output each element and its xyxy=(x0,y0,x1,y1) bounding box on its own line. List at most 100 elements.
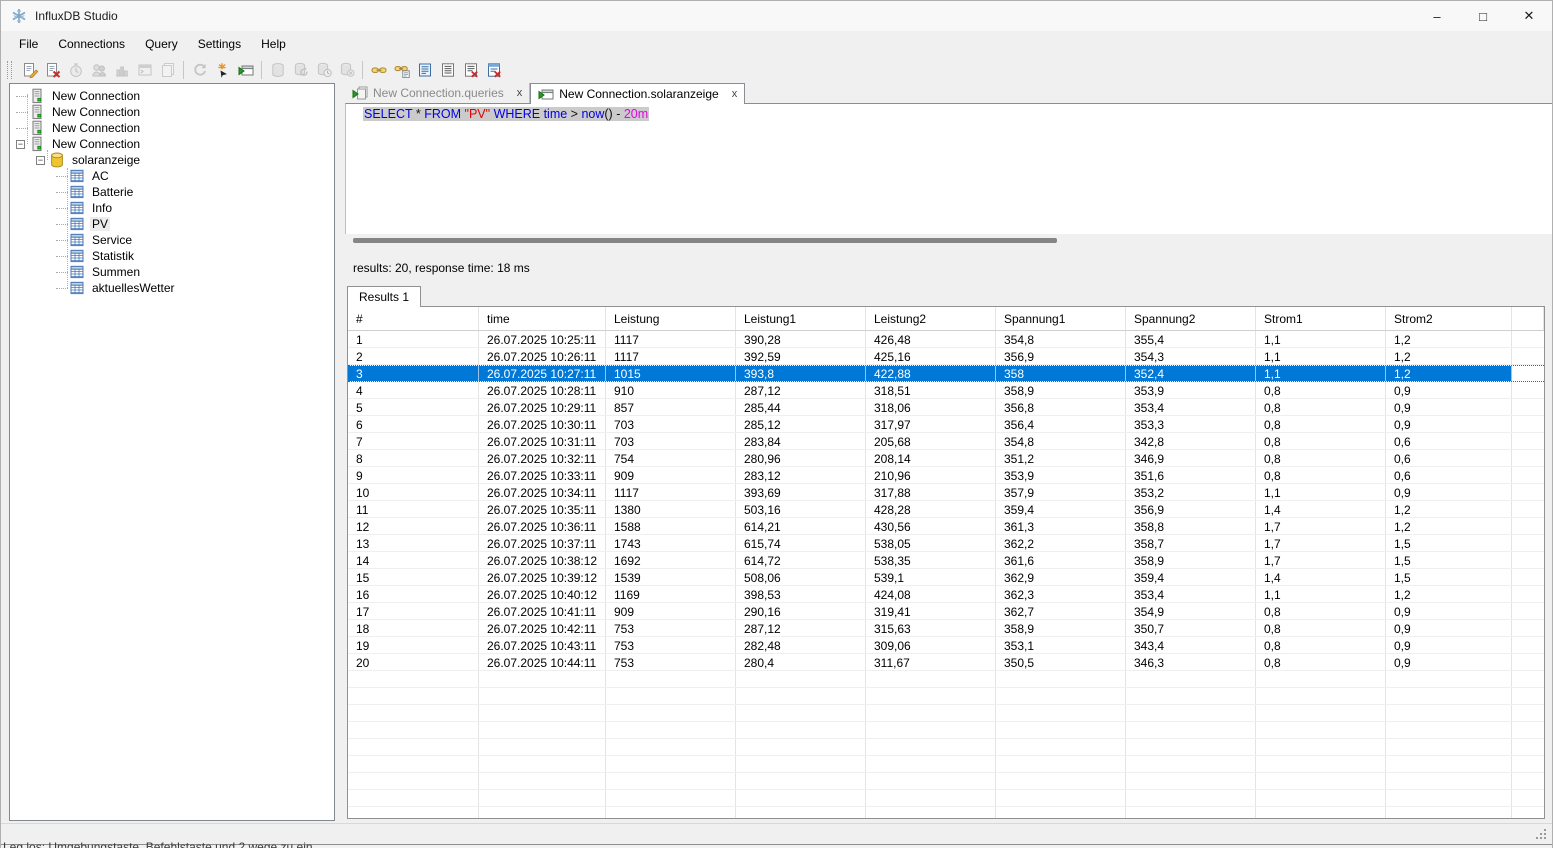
table-row[interactable]: 726.07.2025 10:31:11703283,84205,68354,8… xyxy=(348,433,1544,450)
table-cell xyxy=(1126,790,1256,806)
table-row[interactable]: 626.07.2025 10:30:11703285,12317,97356,4… xyxy=(348,416,1544,433)
column-header-Leistung1[interactable]: Leistung1 xyxy=(736,307,866,330)
column-header-num[interactable]: # xyxy=(348,307,479,330)
close-results-button[interactable] xyxy=(482,58,505,81)
row-filler xyxy=(1512,366,1544,381)
table-row[interactable]: 1626.07.2025 10:40:121169398,53424,08362… xyxy=(348,586,1544,603)
tab-label: New Connection.solaranzeige xyxy=(559,87,718,101)
table-row[interactable]: 1226.07.2025 10:36:111588614,21430,56361… xyxy=(348,518,1544,535)
column-header-Leistung2[interactable]: Leistung2 xyxy=(866,307,996,330)
tree-connector xyxy=(16,128,28,129)
tree-connector xyxy=(56,208,68,209)
table-row[interactable]: 126.07.2025 10:25:111117390,28426,48354,… xyxy=(348,331,1544,348)
table-row[interactable]: 226.07.2025 10:26:111117392,59425,16356,… xyxy=(348,348,1544,365)
table-row[interactable]: 526.07.2025 10:29:11857285,44318,06356,8… xyxy=(348,399,1544,416)
tree-item-batterie[interactable]: Batterie xyxy=(10,184,334,200)
table-row[interactable]: 926.07.2025 10:33:11909283,12210,96353,9… xyxy=(348,467,1544,484)
table-cell: 208,14 xyxy=(866,450,996,466)
tab-close-icon[interactable]: x xyxy=(517,87,523,99)
close-query-button[interactable] xyxy=(41,58,64,81)
scrollbar-thumb[interactable] xyxy=(353,238,1057,243)
results-table[interactable]: #timeLeistungLeistung1Leistung2Spannung1… xyxy=(348,307,1544,819)
editor-horizontal-scrollbar[interactable] xyxy=(345,234,1552,248)
table-cell: 0,8 xyxy=(1256,620,1386,636)
tree-connector xyxy=(56,192,68,193)
maximize-button[interactable]: □ xyxy=(1460,1,1506,31)
menu-file[interactable]: File xyxy=(9,33,48,55)
column-header-Spannung1[interactable]: Spannung1 xyxy=(996,307,1126,330)
tab-queries[interactable]: New Connection.queries x xyxy=(345,83,530,103)
tab-close-icon[interactable]: x xyxy=(732,88,738,100)
query-editor[interactable]: SELECT * FROM "PV" WHERE time > now() - … xyxy=(345,103,1552,234)
table-cell: 362,2 xyxy=(996,535,1126,551)
run-query-button[interactable] xyxy=(234,58,257,81)
minimize-button[interactable]: – xyxy=(1414,1,1460,31)
column-header-Strom2[interactable]: Strom2 xyxy=(1386,307,1512,330)
title-bar: InfluxDB Studio – □ ✕ xyxy=(1,1,1552,31)
table-cell xyxy=(1256,739,1386,755)
row-filler xyxy=(1512,722,1544,738)
tree-item-new-connection[interactable]: New Connection xyxy=(10,120,334,136)
menu-settings[interactable]: Settings xyxy=(188,33,251,55)
list-remove-icon xyxy=(463,62,479,78)
tree-item-new-connection[interactable]: New Connection xyxy=(10,104,334,120)
table-row[interactable]: 1426.07.2025 10:38:121692614,72538,35361… xyxy=(348,552,1544,569)
resize-grip-icon[interactable] xyxy=(1534,827,1548,841)
table-cell xyxy=(606,790,736,806)
row-filler xyxy=(1512,773,1544,789)
table-row[interactable]: 326.07.2025 10:27:111015393,8422,8835835… xyxy=(348,365,1544,382)
close-button[interactable]: ✕ xyxy=(1506,1,1552,31)
table-row[interactable]: 426.07.2025 10:28:11910287,12318,51358,9… xyxy=(348,382,1544,399)
table-row[interactable]: 826.07.2025 10:32:11754280,96208,14351,2… xyxy=(348,450,1544,467)
collapse-toggle[interactable]: − xyxy=(16,140,25,149)
clear-results-button[interactable] xyxy=(459,58,482,81)
table-cell xyxy=(606,739,736,755)
new-query-button[interactable] xyxy=(18,58,41,81)
toolbar-grip xyxy=(7,61,12,79)
table-cell: 9 xyxy=(348,467,479,483)
connections-tree-panel[interactable]: New ConnectionNew ConnectionNew Connecti… xyxy=(9,83,335,821)
menu-help[interactable]: Help xyxy=(251,33,296,55)
column-header-Spannung2[interactable]: Spannung2 xyxy=(1126,307,1256,330)
table-row[interactable]: 1726.07.2025 10:41:11909290,16319,41362,… xyxy=(348,603,1544,620)
blue-document-icon xyxy=(417,62,433,78)
link-icon xyxy=(371,62,387,78)
tree-item-pv[interactable]: PV xyxy=(10,216,334,232)
table-cell: 26.07.2025 10:33:11 xyxy=(479,467,606,483)
table-row[interactable]: 1526.07.2025 10:39:121539508,06539,1362,… xyxy=(348,569,1544,586)
tree-item-solaranzeige[interactable]: −solaranzeige xyxy=(10,152,334,168)
tree-item-summen[interactable]: Summen xyxy=(10,264,334,280)
column-header-Strom1[interactable]: Strom1 xyxy=(1256,307,1386,330)
table-row[interactable]: 1926.07.2025 10:43:11753282,48309,06353,… xyxy=(348,637,1544,654)
table-row[interactable]: 1026.07.2025 10:34:111117393,69317,88357… xyxy=(348,484,1544,501)
column-header-time[interactable]: time xyxy=(479,307,606,330)
table-cell xyxy=(1126,671,1256,687)
table-row[interactable]: 2026.07.2025 10:44:11753280,4311,67350,5… xyxy=(348,654,1544,671)
table-cell xyxy=(348,671,479,687)
tab-solaranzeige[interactable]: New Connection.solaranzeige x xyxy=(530,83,745,104)
row-filler xyxy=(1512,790,1544,806)
tree-item-ac[interactable]: AC xyxy=(10,168,334,184)
tree-item-statistik[interactable]: Statistik xyxy=(10,248,334,264)
connection-button[interactable] xyxy=(367,58,390,81)
tab-results-1[interactable]: Results 1 xyxy=(347,286,421,307)
column-header-Leistung[interactable]: Leistung xyxy=(606,307,736,330)
tree-item-new-connection[interactable]: New Connection xyxy=(10,88,334,104)
show-editor-button[interactable] xyxy=(413,58,436,81)
edit-connection-button[interactable] xyxy=(390,58,413,81)
tree-item-aktuelleswetter[interactable]: aktuellesWetter xyxy=(10,280,334,296)
tree-item-new-connection[interactable]: −New Connection xyxy=(10,136,334,152)
toolbar xyxy=(1,56,1552,83)
table-cell xyxy=(1126,722,1256,738)
menu-query[interactable]: Query xyxy=(135,33,188,55)
table-empty-row xyxy=(348,722,1544,739)
collapse-toggle[interactable]: − xyxy=(36,156,45,165)
tree-item-service[interactable]: Service xyxy=(10,232,334,248)
table-row[interactable]: 1126.07.2025 10:35:111380503,16428,28359… xyxy=(348,501,1544,518)
menu-connections[interactable]: Connections xyxy=(48,33,135,55)
tree-item-info[interactable]: Info xyxy=(10,200,334,216)
table-row[interactable]: 1326.07.2025 10:37:111743615,74538,05362… xyxy=(348,535,1544,552)
execute-query-button[interactable] xyxy=(211,58,234,81)
show-results-button[interactable] xyxy=(436,58,459,81)
table-row[interactable]: 1826.07.2025 10:42:11753287,12315,63358,… xyxy=(348,620,1544,637)
